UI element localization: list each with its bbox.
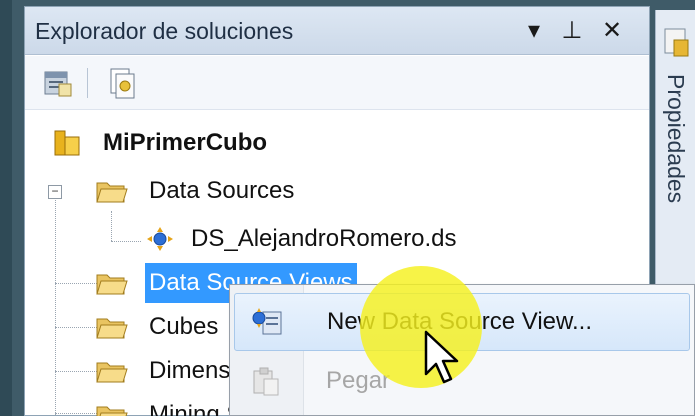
tree-guide-line [111, 211, 112, 241]
collapse-toggle[interactable]: − [48, 185, 62, 199]
folder-icon [96, 318, 128, 339]
paste-icon [253, 367, 279, 396]
panel-title: Explorador de soluciones [35, 18, 294, 44]
folder-open-icon [96, 182, 128, 203]
project-cube-icon [54, 130, 80, 156]
close-icon[interactable]: ✕ [599, 15, 625, 45]
tree-guide-line [55, 191, 56, 416]
dropdown-arrow-icon[interactable]: ▾ [521, 15, 547, 45]
new-dsv-icon [252, 308, 282, 335]
properties-tab-label: Propiedades [663, 74, 689, 204]
panel-toolbar [25, 56, 649, 110]
folder-icon [96, 406, 128, 416]
tree-root-label: MiPrimerCubo [103, 129, 268, 156]
toolbar-separator [87, 68, 88, 98]
cursor-highlight [360, 266, 482, 388]
mouse-pointer-icon [424, 330, 459, 384]
folder-icon [96, 274, 128, 295]
show-all-files-button[interactable] [105, 66, 139, 100]
folder-icon [96, 362, 128, 383]
show-all-files-icon [110, 68, 135, 99]
tree-guide-line [111, 241, 141, 242]
properties-button[interactable] [41, 66, 75, 100]
tree-node-label: Data Sources [149, 177, 295, 204]
properties-tab-icon [664, 28, 689, 57]
tree-node-label: Cubes [149, 313, 219, 340]
data-source-icon [147, 227, 173, 251]
properties-icon [44, 71, 72, 97]
pin-icon[interactable]: ⊥ [559, 15, 585, 45]
panel-titlebar: Explorador de soluciones ▾ ⊥ ✕ [25, 7, 649, 55]
tree-node-label: DS_AlejandroRomero.ds [191, 225, 457, 252]
